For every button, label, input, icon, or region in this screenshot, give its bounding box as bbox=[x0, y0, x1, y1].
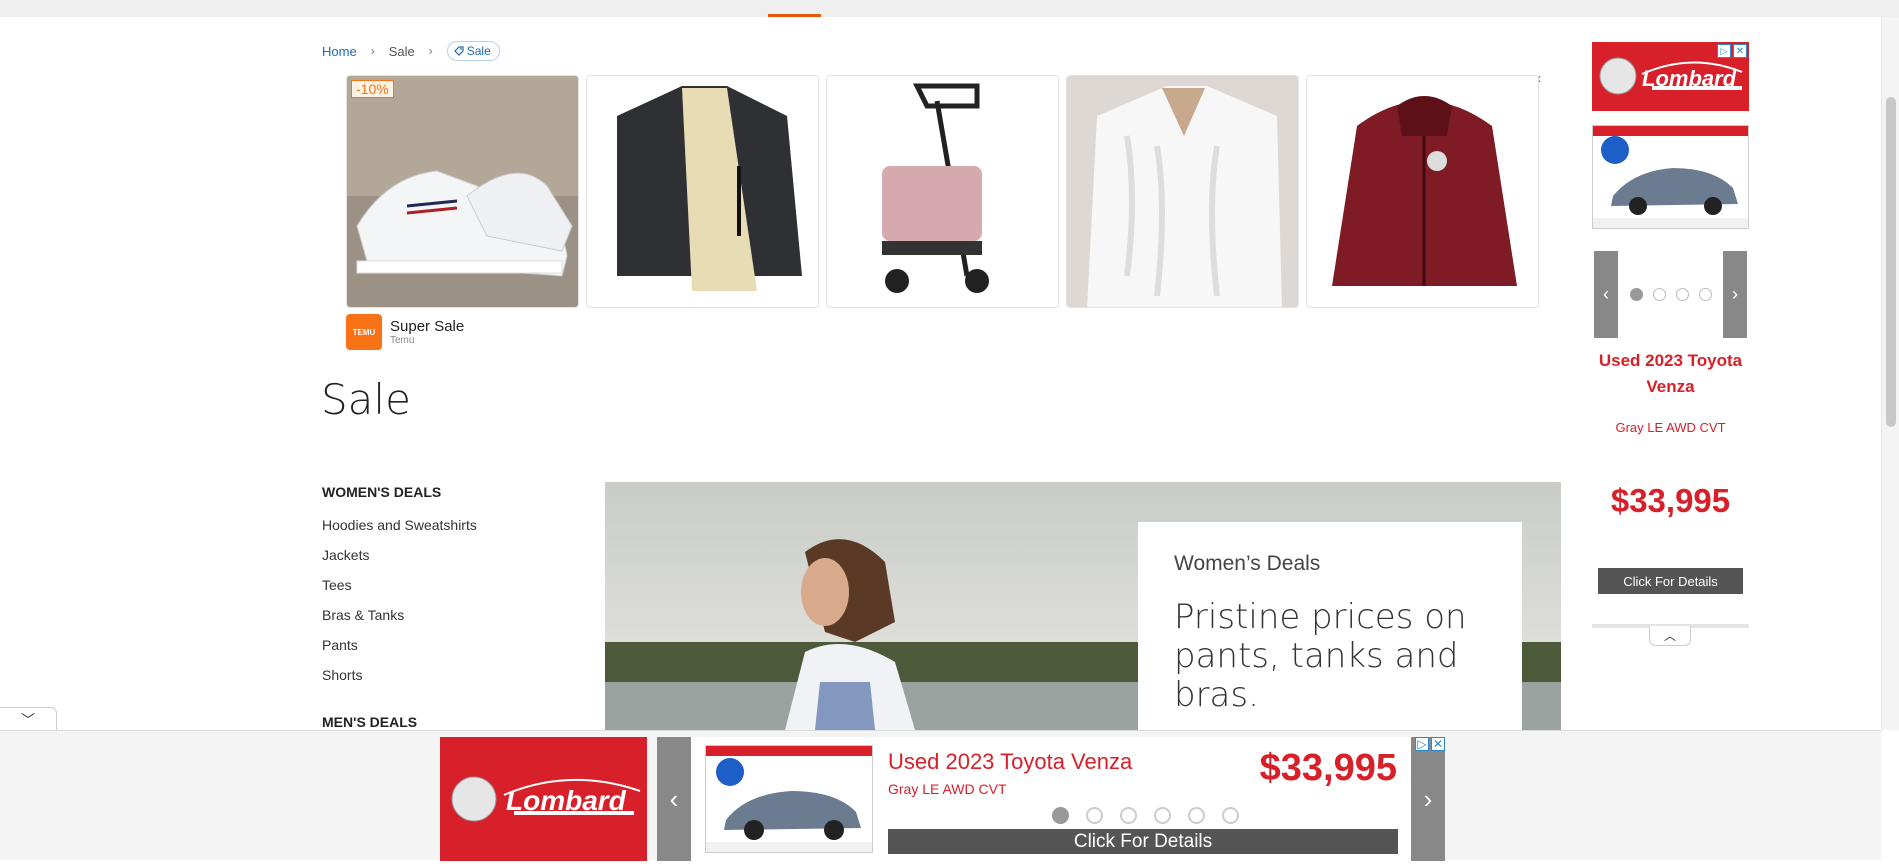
side-car-ad[interactable]: Lombard ▷ ✕ ‹ › Used 2023 Toyota Venza G… bbox=[1592, 42, 1749, 652]
slider-dot[interactable] bbox=[1699, 288, 1712, 301]
sticky-ad-cta-button[interactable]: Click For Details bbox=[888, 829, 1398, 854]
chevron-left-icon[interactable]: ‹ bbox=[1594, 251, 1618, 338]
close-ad-icon[interactable]: ✕ bbox=[1431, 737, 1445, 751]
ad-choices[interactable]: ▷ ✕ bbox=[1717, 44, 1747, 58]
ad-brand-name: Super Sale bbox=[390, 318, 465, 335]
breadcrumb-home-link[interactable]: Home bbox=[322, 44, 357, 59]
chevron-left-icon[interactable]: ‹ bbox=[657, 737, 691, 861]
chevron-right-icon: › bbox=[428, 44, 433, 58]
ad-product-tile[interactable]: -10% bbox=[346, 75, 579, 308]
hero-text-card: Women’s Deals Pristine prices on pants, … bbox=[1138, 522, 1522, 730]
ad-product-tile[interactable] bbox=[586, 75, 819, 308]
car-photo bbox=[1593, 126, 1748, 228]
slider-dot[interactable] bbox=[1630, 288, 1643, 301]
sticky-ad-subtitle: Gray LE AWD CVT bbox=[888, 781, 1007, 797]
sticky-ad-banner[interactable]: ‹ Used 2023 Toyota Venza Gray LE AWD CVT… bbox=[657, 737, 1445, 861]
top-nav-bar bbox=[0, 0, 1899, 17]
chevron-down-icon: ﹀ bbox=[21, 711, 35, 728]
slider-dot[interactable] bbox=[1222, 807, 1239, 824]
sidenav-item[interactable]: Bras & Tanks bbox=[322, 600, 542, 630]
lombard-logo[interactable]: Lombard ▷ ✕ bbox=[1592, 42, 1749, 111]
side-ad-slider: ‹ › bbox=[1594, 251, 1747, 338]
slider-dots bbox=[1052, 807, 1239, 824]
slider-dot[interactable] bbox=[1676, 288, 1689, 301]
slider-dot[interactable] bbox=[1086, 807, 1103, 824]
side-ad-subtitle: Gray LE AWD CVT bbox=[1615, 420, 1726, 435]
knit-sweater-image bbox=[1067, 76, 1298, 307]
close-ad-icon[interactable]: ✕ bbox=[1733, 44, 1747, 58]
ad-product-tile[interactable] bbox=[1306, 75, 1539, 308]
sneakers-image bbox=[347, 76, 578, 307]
page-scrollbar[interactable] bbox=[1881, 17, 1899, 730]
discount-badge: -10% bbox=[351, 80, 394, 98]
ad-choices[interactable]: ▷ ✕ bbox=[1415, 737, 1445, 751]
womens-deals-heading[interactable]: WOMEN'S DEALS bbox=[322, 480, 542, 510]
temu-logo: TEMU bbox=[346, 314, 382, 350]
ad-brand-sub: Temu bbox=[390, 335, 415, 346]
car-photo bbox=[706, 746, 872, 852]
slider-dot[interactable] bbox=[1188, 807, 1205, 824]
ad-choices-icon[interactable]: ▷ bbox=[1415, 737, 1429, 751]
chevron-right-icon[interactable]: › bbox=[1723, 251, 1747, 338]
sticky-bottom-ad: Lombard ‹ Used 2023 Toyota Venza Gray LE… bbox=[0, 730, 1881, 861]
side-ad-price: $33,995 bbox=[1610, 482, 1731, 519]
page-title: Sale bbox=[321, 375, 411, 424]
sticky-ad-title: Used 2023 Toyota Venza bbox=[888, 749, 1133, 774]
ad-choices-icon[interactable]: ▷ bbox=[1717, 44, 1731, 58]
hero-kicker: Women’s Deals bbox=[1174, 552, 1321, 575]
car-thumbnail[interactable] bbox=[705, 745, 873, 853]
chevron-right-icon: › bbox=[370, 44, 375, 58]
breadcrumb-tag-pill[interactable]: Sale bbox=[446, 41, 500, 61]
side-ad-cta-button[interactable]: Click For Details bbox=[1598, 568, 1743, 594]
collapse-sticky-ad-button[interactable]: ﹀ bbox=[0, 707, 57, 731]
breadcrumb-current: Sale bbox=[388, 43, 415, 59]
hero-banner[interactable]: Women’s Deals Pristine prices on pants, … bbox=[605, 482, 1561, 730]
tag-icon bbox=[453, 46, 464, 56]
slider-dots bbox=[1630, 288, 1712, 301]
slider-dot[interactable] bbox=[1052, 807, 1069, 824]
lombard-logo[interactable]: Lombard bbox=[440, 737, 647, 861]
lombard-logo-text: Lombard bbox=[506, 785, 626, 816]
sidenav-item[interactable]: Pants bbox=[322, 630, 542, 660]
side-ad-title: Used 2023 Toyota Venza bbox=[1598, 351, 1743, 396]
ad-product-tile[interactable] bbox=[1066, 75, 1299, 308]
slider-dot[interactable] bbox=[1154, 807, 1171, 824]
chevron-up-icon[interactable]: ︿ bbox=[1649, 626, 1691, 646]
active-nav-indicator bbox=[768, 14, 821, 17]
sidenav-item[interactable]: Tees bbox=[322, 570, 542, 600]
slider-dot[interactable] bbox=[1653, 288, 1666, 301]
sidenav-item[interactable]: Jackets bbox=[322, 540, 542, 570]
ad-brand-row[interactable]: TEMU Super Sale Temu bbox=[346, 314, 464, 350]
product-ad-strip: ▷ ✕ -10% bbox=[346, 73, 1542, 353]
sidenav-item[interactable]: Shorts bbox=[322, 660, 542, 690]
sidenav-item[interactable]: Hoodies and Sweatshirts bbox=[322, 510, 542, 540]
fleece-jacket-image bbox=[587, 76, 818, 307]
pet-stroller-image bbox=[827, 76, 1058, 307]
car-thumbnail[interactable] bbox=[1592, 125, 1749, 229]
category-sidenav: WOMEN'S DEALS Hoodies and Sweatshirts Ja… bbox=[322, 480, 542, 740]
ad-product-tile[interactable] bbox=[826, 75, 1059, 308]
scrollbar-thumb[interactable] bbox=[1886, 97, 1896, 427]
chevron-right-icon[interactable]: › bbox=[1411, 737, 1445, 861]
red-jacket-image bbox=[1307, 76, 1538, 307]
slider-dot[interactable] bbox=[1120, 807, 1137, 824]
lombard-logo-text: Lombard bbox=[1642, 66, 1737, 91]
breadcrumb: Home › Sale › Sale bbox=[322, 40, 500, 62]
breadcrumb-tag-label: Sale bbox=[466, 44, 491, 58]
sticky-ad-price: $33,995 bbox=[1259, 747, 1397, 789]
hero-headline: Pristine prices on pants, tanks and bras… bbox=[1174, 597, 1467, 715]
